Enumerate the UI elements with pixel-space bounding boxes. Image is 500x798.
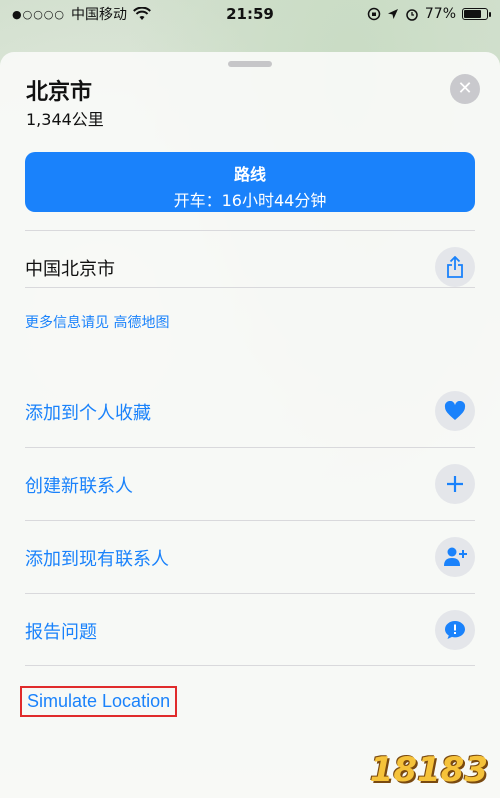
action-label: 创建新联系人 xyxy=(25,476,133,497)
plus-icon xyxy=(447,476,463,492)
route-drive-time: 开车：16小时44分钟 xyxy=(173,191,327,210)
action-report-problem[interactable]: 报告问题 xyxy=(25,594,475,666)
orientation-lock-icon xyxy=(367,7,381,21)
report-problem-button[interactable] xyxy=(435,610,475,650)
simulate-location-button[interactable]: Simulate Location xyxy=(20,686,178,717)
action-label: 报告问题 xyxy=(25,622,97,643)
close-button[interactable]: ✕ xyxy=(450,74,480,104)
add-existing-contact-button[interactable] xyxy=(435,537,475,577)
status-bar: ●○○○○ 中国移动 21:59 77% xyxy=(0,0,500,28)
location-arrow-icon xyxy=(387,9,398,19)
divider xyxy=(25,287,475,288)
more-info-link[interactable]: 更多信息请见 高德地图 xyxy=(25,312,169,332)
battery-percent: 77% xyxy=(424,6,456,22)
place-card: 北京市 1,344公里 ✕ 路线 开车：16小时44分钟 中国北京市 更多信息请… xyxy=(0,52,500,798)
watermark-logo: 18183 xyxy=(369,750,488,790)
action-label: 添加到个人收藏 xyxy=(25,403,151,424)
create-contact-button[interactable] xyxy=(435,464,475,504)
divider xyxy=(25,665,475,666)
place-distance: 1,344公里 xyxy=(26,110,104,129)
place-title: 北京市 xyxy=(26,80,93,105)
battery-icon xyxy=(462,8,491,20)
close-icon: ✕ xyxy=(457,78,473,99)
route-button[interactable]: 路线 开车：16小时44分钟 xyxy=(25,152,475,212)
add-contact-icon xyxy=(444,547,467,566)
carrier-name: 中国移动 xyxy=(71,7,127,23)
address-text: 中国北京市 xyxy=(25,259,115,280)
action-add-favorite[interactable]: 添加到个人收藏 xyxy=(25,375,475,447)
route-button-title: 路线 xyxy=(233,165,266,184)
signal-strength: ●○○○○ xyxy=(12,7,65,21)
wifi-icon xyxy=(133,7,151,20)
share-button[interactable] xyxy=(435,247,475,287)
address-row: 中国北京市 xyxy=(25,247,475,287)
heart-icon xyxy=(444,401,466,420)
favorite-button[interactable] xyxy=(435,391,475,431)
battery-level xyxy=(464,10,481,18)
report-icon xyxy=(445,621,465,639)
divider xyxy=(25,230,475,231)
sheet-grabber[interactable] xyxy=(228,61,272,67)
action-label: 添加到现有联系人 xyxy=(25,549,169,570)
action-create-contact[interactable]: 创建新联系人 xyxy=(25,448,475,520)
action-add-existing-contact[interactable]: 添加到现有联系人 xyxy=(25,521,475,593)
alarm-clock-icon xyxy=(406,9,418,21)
share-icon xyxy=(447,256,463,278)
